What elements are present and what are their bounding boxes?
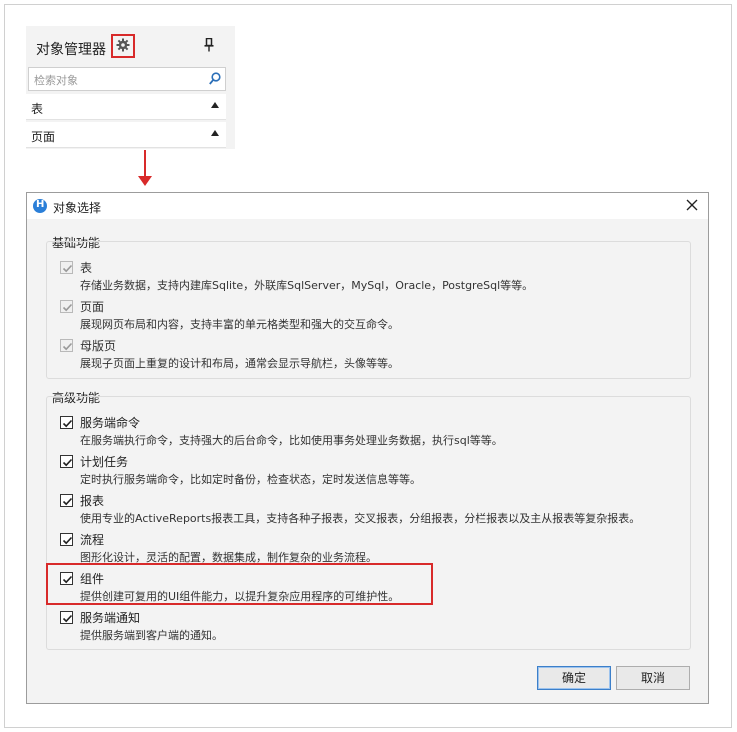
option-table-label: 表 [80,261,93,275]
section-page-label: 页面 [31,130,56,144]
cancel-button[interactable]: 取消 [616,666,690,690]
option-server-command[interactable]: 服务端命令 在服务端执行命令，支持强大的后台命令，比如使用事务处理业务数据，执行… [47,413,687,451]
settings-button-highlight[interactable] [111,34,135,58]
option-scheduled-task-label: 计划任务 [80,455,129,469]
option-report-desc: 使用专业的ActiveReports报表工具，支持各种子报表，交叉报表，分组报表… [80,512,641,525]
option-report-label: 报表 [80,494,105,508]
option-server-notification-label: 服务端通知 [80,611,141,625]
checkbox-table [60,261,73,274]
advanced-group-box: 服务端命令 在服务端执行命令，支持强大的后台命令，比如使用事务处理业务数据，执行… [46,396,691,650]
checkbox-page [60,300,73,313]
option-server-command-desc: 在服务端执行命令，支持强大的后台命令，比如使用事务处理业务数据，执行sql等等。 [80,434,503,447]
option-server-notification-desc: 提供服务端到客户端的通知。 [80,629,223,642]
option-master-page-label: 母版页 [80,339,117,353]
option-server-notification[interactable]: 服务端通知 提供服务端到客户端的通知。 [47,608,687,646]
object-manager-title: 对象管理器 [36,42,106,58]
annotation-arrow-head [138,176,152,186]
option-workflow-label: 流程 [80,533,105,547]
checkbox-scheduled-task[interactable] [60,455,73,468]
checkbox-server-command[interactable] [60,416,73,429]
search-icon[interactable] [209,72,221,85]
annotation-arrow-line [144,150,146,178]
section-table-label: 表 [31,102,44,116]
ok-button[interactable]: 确定 [537,666,611,690]
checkbox-report[interactable] [60,494,73,507]
object-manager-panel: 对象管理器 检索对象 表 页面 [26,26,235,149]
section-table[interactable]: 表 [26,94,226,120]
close-icon[interactable] [684,197,700,213]
checkbox-server-notification[interactable] [60,611,73,624]
option-master-page: 母版页 展现子页面上重复的设计和布局，通常会显示导航栏，头像等等。 [47,336,687,374]
option-page-label: 页面 [80,300,105,314]
object-search-input[interactable]: 检索对象 [28,67,226,91]
option-table: 表 存储业务数据，支持内建库Sqlite，外联库SqlServer，MySql，… [47,258,687,296]
option-page: 页面 展现网页布局和内容，支持丰富的单元格类型和强大的交互命令。 [47,297,687,335]
component-option-highlight [46,563,433,605]
checkbox-master-page [60,339,73,352]
option-scheduled-task[interactable]: 计划任务 定时执行服务端命令，比如定时备份，检查状态，定时发送信息等等。 [47,452,687,490]
pin-icon[interactable] [204,38,214,52]
gear-icon[interactable] [116,38,130,52]
dialog-title: 对象选择 [53,201,102,215]
option-page-desc: 展现网页布局和内容，支持丰富的单元格类型和强大的交互命令。 [80,318,399,331]
option-table-desc: 存储业务数据，支持内建库Sqlite，外联库SqlServer，MySql，Or… [80,279,534,292]
app-logo-icon [33,199,47,213]
option-server-command-label: 服务端命令 [80,416,141,430]
option-scheduled-task-desc: 定时执行服务端命令，比如定时备份，检查状态，定时发送信息等等。 [80,473,421,486]
option-report[interactable]: 报表 使用专业的ActiveReports报表工具，支持各种子报表，交叉报表，分… [47,491,687,529]
section-page[interactable]: 页面 [26,122,226,148]
checkbox-workflow[interactable] [60,533,73,546]
object-manager-header: 对象管理器 [26,26,235,66]
object-select-dialog: 对象选择 基础功能 表 存储业务数据，支持内建库Sqlite，外联库SqlSer… [26,192,709,704]
chevron-up-icon[interactable] [211,130,219,136]
dialog-titlebar: 对象选择 [27,193,708,219]
option-master-page-desc: 展现子页面上重复的设计和布局，通常会显示导航栏，头像等等。 [80,357,399,370]
search-placeholder: 检索对象 [34,74,78,87]
basic-group-box: 表 存储业务数据，支持内建库Sqlite，外联库SqlServer，MySql，… [46,241,691,379]
chevron-up-icon[interactable] [211,102,219,108]
